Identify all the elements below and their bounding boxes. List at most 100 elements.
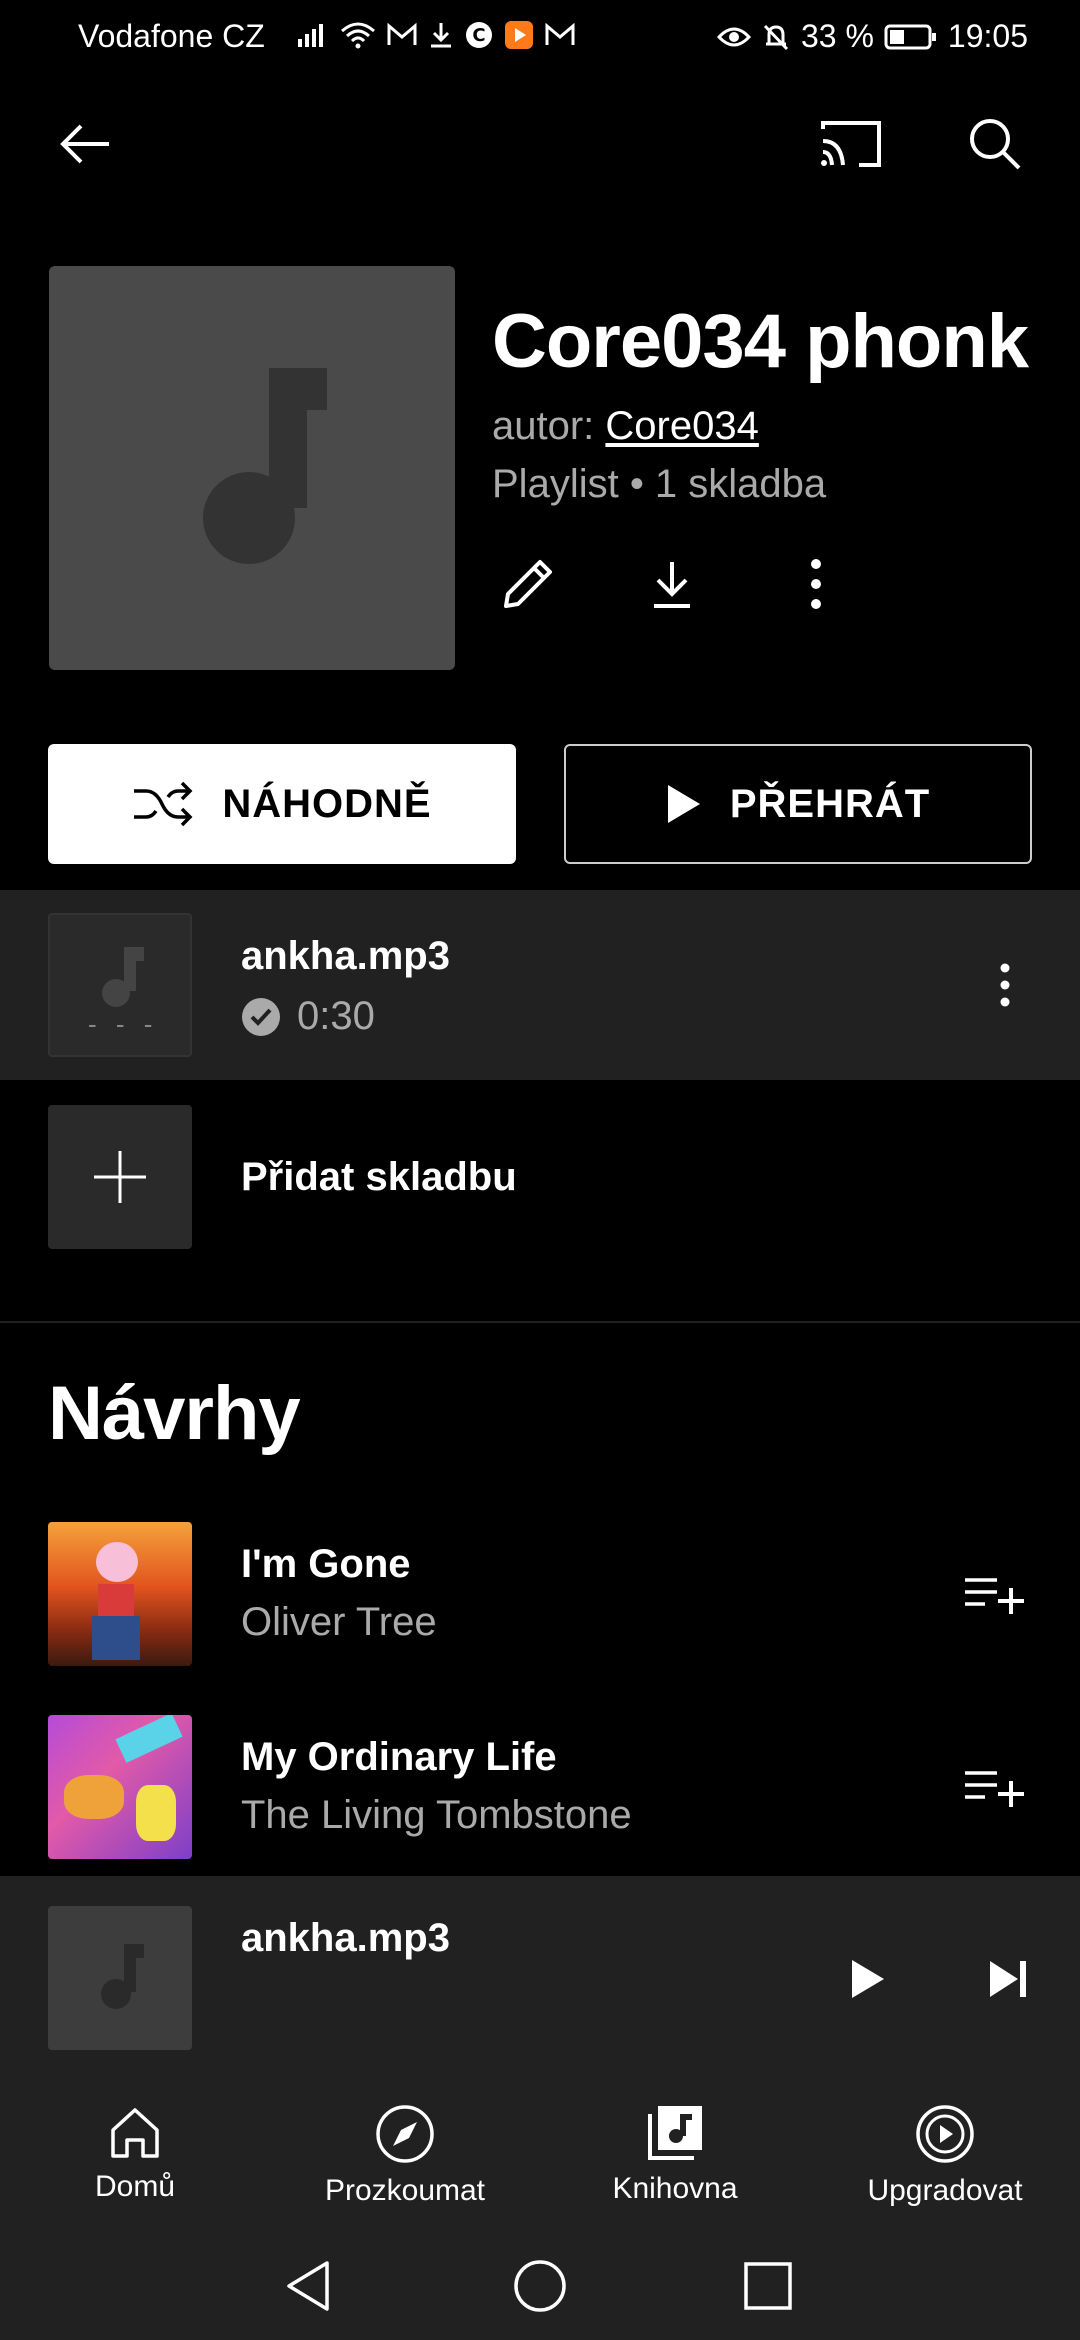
nav-label: Knihovna [612, 2172, 738, 2205]
nav-library[interactable]: Knihovna [565, 2104, 785, 2206]
edit-button[interactable] [488, 544, 568, 624]
mini-play-button[interactable] [828, 1939, 908, 2019]
track-row[interactable]: - - - ankha.mp3 0:30 [0, 890, 1080, 1080]
suggestion-artist: Oliver Tree [241, 1600, 437, 1644]
track-thumbnail: - - - [48, 913, 192, 1057]
add-to-playlist-button[interactable] [955, 1747, 1035, 1827]
eye-icon [716, 25, 751, 49]
shuffle-button[interactable]: NÁHODNĚ [48, 744, 516, 864]
player-app-icon [504, 20, 534, 50]
system-home-button[interactable] [500, 2246, 580, 2326]
nav-explore[interactable]: Prozkoumat [295, 2104, 515, 2208]
suggestion-title: My Ordinary Life [241, 1735, 557, 1779]
playlist-title: Core034 phonk [492, 299, 1029, 384]
signal-icon [296, 21, 330, 49]
mini-player[interactable]: ankha.mp3 [0, 1876, 1080, 2082]
playlist-add-icon [963, 1767, 1027, 1807]
triangle-back-icon [283, 2259, 333, 2313]
upgrade-icon [915, 2104, 975, 2164]
circle-home-icon [513, 2259, 567, 2313]
album-art-detail [136, 1785, 176, 1841]
mini-player-title: ankha.mp3 [241, 1916, 450, 1960]
track-title: ankha.mp3 [241, 934, 450, 978]
suggestion-title: I'm Gone [241, 1542, 411, 1586]
clock: 19:05 [947, 18, 1028, 54]
status-bar: Vodafone CZ C 33 % 19:05 [0, 0, 1080, 74]
arrow-left-icon [57, 122, 113, 166]
carrier-label: Vodafone CZ [78, 18, 265, 54]
gmail-icon [386, 22, 418, 48]
album-art-my-ordinary-life [48, 1715, 192, 1859]
system-navigation-bar [0, 2232, 1080, 2340]
nav-label: Upgradovat [867, 2174, 1023, 2207]
add-track-label: Přidat skladbu [241, 1155, 517, 1199]
suggestion-row[interactable]: I'm Gone Oliver Tree [0, 1512, 1080, 1672]
download-icon [428, 21, 454, 49]
album-art-detail [98, 1584, 134, 1618]
add-thumbnail [48, 1105, 192, 1249]
battery-percent: 33 % [800, 18, 874, 54]
nav-label: Domů [94, 2170, 176, 2203]
track-meta: 0:30 [241, 994, 375, 1039]
divider [0, 1321, 1080, 1323]
author-prefix: autor: [492, 404, 606, 448]
copyright-icon: C [464, 20, 494, 50]
pencil-icon [498, 554, 558, 614]
nav-upgrade[interactable]: Upgradovat [835, 2104, 1055, 2208]
music-note-icon [92, 1944, 148, 2012]
playlist-add-icon [963, 1574, 1027, 1614]
wifi-icon [340, 21, 376, 49]
cast-icon [819, 119, 883, 169]
nav-home[interactable]: Domů [25, 2104, 245, 2204]
square-recents-icon [743, 2261, 793, 2311]
home-icon [107, 2104, 163, 2160]
mini-player-thumbnail [48, 1906, 192, 2050]
playlist-author: autor: Core034 [492, 404, 759, 449]
playlist-artwork [49, 266, 455, 670]
play-icon [850, 1958, 886, 2000]
placeholder-dashes: - - - [88, 1009, 159, 1039]
shuffle-label: NÁHODNĚ [222, 781, 432, 826]
album-art-detail [92, 1616, 140, 1660]
shuffle-icon [132, 781, 194, 827]
more-vert-icon [810, 558, 822, 610]
more-options-button[interactable] [776, 544, 856, 624]
skip-next-icon [988, 1959, 1028, 1999]
add-track-row[interactable]: Přidat skladbu [0, 1100, 1080, 1260]
music-note-icon [187, 368, 327, 568]
author-link[interactable]: Core034 [605, 404, 758, 448]
svg-text:C: C [472, 25, 485, 46]
add-to-playlist-button[interactable] [955, 1554, 1035, 1634]
track-duration: 0:30 [297, 994, 375, 1038]
system-recents-button[interactable] [728, 2246, 808, 2326]
nav-label: Prozkoumat [324, 2174, 486, 2207]
status-right: 33 % 19:05 [716, 18, 1028, 55]
album-art-detail [64, 1775, 124, 1819]
plus-icon [92, 1149, 148, 1205]
album-art-im-gone [48, 1522, 192, 1666]
battery-icon [884, 23, 938, 51]
bell-muted-icon [761, 22, 791, 52]
notification-icons: C [296, 20, 576, 50]
play-label: PŘEHRÁT [729, 781, 931, 826]
music-note-icon [92, 947, 148, 1009]
downloaded-check-icon [241, 997, 281, 1037]
more-vert-icon [1000, 963, 1010, 1007]
album-art-detail [96, 1542, 138, 1582]
download-button[interactable] [632, 544, 712, 624]
skip-next-button[interactable] [968, 1939, 1048, 2019]
suggestions-heading: Návrhy [48, 1371, 301, 1456]
play-all-button[interactable]: PŘEHRÁT [564, 744, 1032, 864]
suggestion-artist: The Living Tombstone [241, 1793, 632, 1837]
explore-icon [375, 2104, 435, 2164]
track-more-button[interactable] [965, 945, 1045, 1025]
play-icon [666, 783, 702, 825]
back-button[interactable] [45, 104, 125, 184]
suggestion-row[interactable]: My Ordinary Life The Living Tombstone [0, 1705, 1080, 1865]
library-icon [646, 2104, 704, 2162]
album-art-detail [115, 1715, 183, 1763]
search-button[interactable] [955, 104, 1035, 184]
cast-button[interactable] [811, 104, 891, 184]
bottom-navigation: Domů Prozkoumat Knihovna Upgradovat [0, 2082, 1080, 2232]
system-back-button[interactable] [268, 2246, 348, 2326]
